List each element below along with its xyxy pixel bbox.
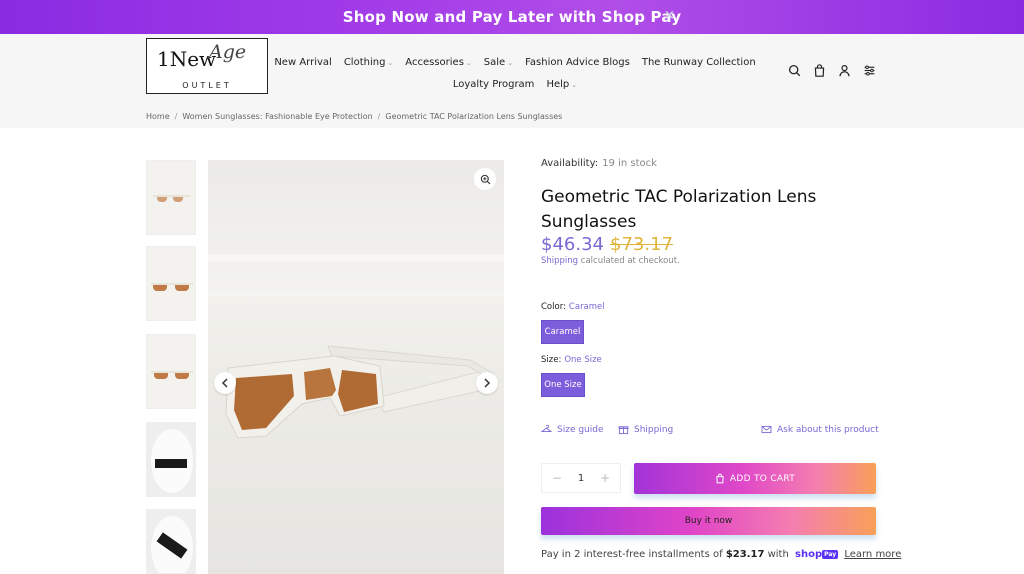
availability: Availability: 19 in stock <box>541 158 657 169</box>
settings-sliders-icon[interactable] <box>863 64 876 77</box>
buy-now-button[interactable]: Buy it now <box>541 507 876 535</box>
size-selected-value: One Size <box>564 355 602 365</box>
color-swatch-caramel[interactable]: Caramel <box>541 320 584 344</box>
chevron-right-icon <box>484 378 491 388</box>
zoom-button[interactable] <box>474 168 496 190</box>
nav-item-label: Sale <box>483 57 506 68</box>
shop-pay-logo-text: shop <box>795 549 823 560</box>
logo-subtitle: OUTLET <box>182 81 232 90</box>
product-thumbnail-4[interactable] <box>146 422 196 497</box>
nav-item-label: New Arrival <box>274 57 332 68</box>
installments-with: with <box>767 549 789 560</box>
shop-pay-badge: Pay <box>822 549 839 559</box>
quantity-decrease-button[interactable]: − <box>552 471 562 485</box>
zoom-in-icon <box>480 174 490 184</box>
breadcrumb: Home / Women Sunglasses: Fashionable Eye P… <box>146 112 563 121</box>
announcement-bar[interactable]: Shop Now and Pay Later with Shop Pay × <box>0 0 1024 34</box>
product-thumbnail-2[interactable] <box>146 246 196 321</box>
shop-pay-logo: shop Pay <box>795 549 839 560</box>
breadcrumb-category[interactable]: Women Sunglasses: Fashionable Eye Protec… <box>182 112 372 121</box>
nav-item-clothing[interactable]: Clothing ⌄ <box>344 52 393 74</box>
nav-item-accessories[interactable]: Accessories ⌄ <box>405 52 471 74</box>
nav-item-the-runway-collection[interactable]: The Runway Collection <box>642 52 756 74</box>
nav-item-sale[interactable]: Sale ⌄ <box>484 52 513 74</box>
shipping-info-label: Shipping <box>634 424 674 435</box>
add-to-cart-button[interactable]: ADD TO CART <box>634 463 876 494</box>
ask-about-product-link[interactable]: Ask about this product <box>761 424 879 435</box>
nav-item-label: Clothing <box>343 57 386 68</box>
prev-image-button[interactable] <box>214 372 236 394</box>
hanger-icon <box>541 424 552 433</box>
size-swatch-one-size[interactable]: One Size <box>541 373 585 397</box>
color-selected-value: Caramel <box>568 302 605 312</box>
mail-icon <box>761 425 772 434</box>
nav-item-new-arrival[interactable]: New Arrival <box>274 52 331 74</box>
product-title: Geometric TAC Polarization Lens Sunglass… <box>541 187 817 232</box>
search-icon[interactable] <box>788 64 801 77</box>
chevron-down-icon: ⌄ <box>465 59 472 67</box>
sale-price: $46.34 <box>541 234 604 255</box>
account-icon[interactable] <box>838 64 851 77</box>
nav-item-label: Accessories <box>405 57 464 68</box>
product-main-image[interactable] <box>208 160 504 574</box>
header-icons <box>788 64 876 77</box>
installments-amount: $23.17 <box>725 549 765 560</box>
quantity-value[interactable]: 1 <box>578 473 584 484</box>
size-option-label: Size: One Size <box>541 355 602 365</box>
logo-main-text: 1New <box>157 47 217 71</box>
close-icon[interactable]: × <box>664 8 675 23</box>
quantity-increase-button[interactable]: + <box>600 471 610 485</box>
nav-item-fashion-advice-blogs[interactable]: Fashion Advice Blogs <box>525 52 630 74</box>
announcement-text[interactable]: Shop Now and Pay Later with Shop Pay <box>343 8 681 26</box>
quantity-stepper[interactable]: − 1 + <box>541 463 621 493</box>
product-thumbnail-3[interactable] <box>146 334 196 409</box>
size-guide-label: Size guide <box>557 424 604 435</box>
breadcrumb-current: Geometric TAC Polarization Lens Sunglass… <box>385 112 563 121</box>
nav-item-loyalty-program[interactable]: Loyalty Program <box>453 74 535 96</box>
shipping-info-link[interactable]: Shipping <box>618 424 673 435</box>
chevron-left-icon <box>221 378 228 388</box>
installments-note: Pay in 2 interest-free installments of $… <box>541 549 901 560</box>
logo-script-text: Age <box>209 41 247 63</box>
bag-icon[interactable] <box>813 64 826 77</box>
shipping-note-text: calculated at checkout. <box>580 256 680 266</box>
gift-box-icon <box>618 426 629 435</box>
nav-item-label: Fashion Advice Blogs <box>525 57 630 68</box>
product-thumbnail-5[interactable] <box>146 509 196 574</box>
size-guide-link[interactable]: Size guide <box>541 424 604 435</box>
breadcrumb-home[interactable]: Home <box>146 112 170 121</box>
size-label: Size: <box>541 355 562 365</box>
chevron-down-icon: ⌄ <box>571 81 578 89</box>
nav-item-label: Help <box>546 79 570 90</box>
store-logo[interactable]: 1New Age OUTLET <box>146 38 268 94</box>
ask-about-product-label: Ask about this product <box>777 424 879 435</box>
next-image-button[interactable] <box>476 372 498 394</box>
main-nav: New Arrival Clothing ⌄ Accessories ⌄ Sale ⌄ Fas… <box>274 52 755 96</box>
availability-label: Availability: <box>541 158 599 169</box>
product-thumbnail-1[interactable] <box>146 160 196 235</box>
learn-more-link[interactable]: Learn more <box>844 549 901 560</box>
availability-value: 19 in stock <box>602 158 657 169</box>
chevron-down-icon: ⌄ <box>507 59 514 67</box>
shipping-note: Shipping calculated at checkout. <box>541 256 680 266</box>
add-to-cart-label: ADD TO CART <box>729 473 796 484</box>
chevron-down-icon: ⌄ <box>387 59 394 67</box>
nav-item-label: The Runway Collection <box>641 57 756 68</box>
color-label: Color: <box>541 302 566 312</box>
shipping-link[interactable]: Shipping <box>541 256 578 266</box>
color-option-label: Color: Caramel <box>541 302 605 312</box>
bag-icon <box>716 473 724 484</box>
nav-item-label: Loyalty Program <box>452 79 535 90</box>
compare-price: $73.17 <box>610 234 673 255</box>
nav-item-help[interactable]: Help ⌄ <box>546 74 577 96</box>
installments-text: Pay in 2 interest-free installments of <box>541 549 723 560</box>
sunglasses-image <box>208 254 504 439</box>
